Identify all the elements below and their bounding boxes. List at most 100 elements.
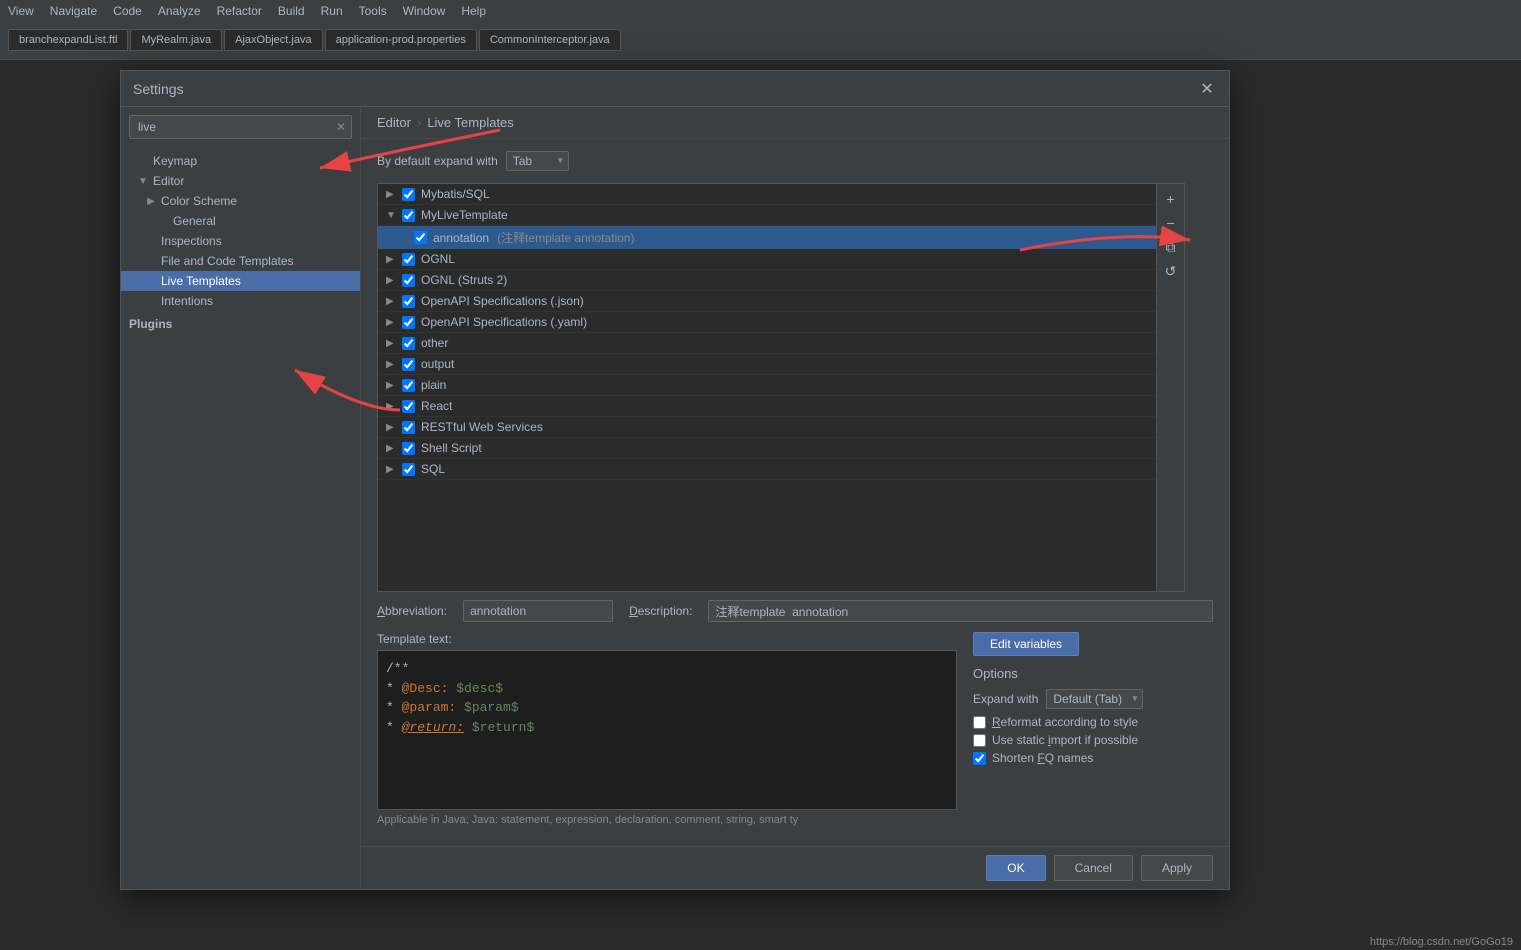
sidebar-item-file-code-templates[interactable]: File and Code Templates	[121, 251, 360, 271]
menu-window[interactable]: Window	[403, 4, 446, 18]
expand-arrow-icon: ▶	[386, 189, 398, 200]
expand-arrow-icon: ▶	[386, 317, 398, 328]
menu-tools[interactable]: Tools	[359, 4, 387, 18]
tab-ajaxobject[interactable]: AjaxObject.java	[224, 29, 322, 51]
search-input[interactable]	[129, 115, 352, 139]
expand-arrow-icon: ▶	[386, 338, 398, 349]
group-ognl[interactable]: ▶ OGNL	[378, 249, 1184, 270]
group-ognl2[interactable]: ▶ OGNL (Struts 2)	[378, 270, 1184, 291]
menu-code[interactable]: Code	[113, 4, 142, 18]
sidebar-item-general[interactable]: General	[121, 211, 360, 231]
reset-button[interactable]: ↺	[1160, 260, 1182, 282]
templates-container: ▶ Mybatis/SQL ▼ MyLiveTemplate	[377, 183, 1213, 592]
checkbox-shell[interactable]	[402, 442, 415, 455]
shorten-fq-row: Shorten FQ names	[973, 751, 1213, 765]
sidebar-item-colorscheme[interactable]: ▶ Color Scheme	[121, 191, 360, 211]
checkbox-other[interactable]	[402, 337, 415, 350]
checkbox-mybatis[interactable]	[402, 188, 415, 201]
checkbox-react[interactable]	[402, 400, 415, 413]
expand-with-option-label: Expand with	[973, 692, 1038, 706]
group-openapi-json[interactable]: ▶ OpenAPI Specifications (.json)	[378, 291, 1184, 312]
menu-run[interactable]: Run	[321, 4, 343, 18]
search-clear-button[interactable]: ✕	[336, 120, 346, 134]
template-item-annotation[interactable]: annotation (注释template annotation)	[378, 226, 1184, 249]
main-list-area: ▶ Mybatis/SQL ▼ MyLiveTemplate	[377, 183, 1185, 592]
group-openapi-yaml[interactable]: ▶ OpenAPI Specifications (.yaml)	[378, 312, 1184, 333]
checkbox-ognl2[interactable]	[402, 274, 415, 287]
arrow-icon: ▶	[145, 196, 157, 207]
group-react[interactable]: ▶ React	[378, 396, 1184, 417]
checkbox-openapi-yaml[interactable]	[402, 316, 415, 329]
code-line: /**	[386, 659, 948, 679]
expand-with-select[interactable]: Tab Enter Space	[506, 151, 569, 171]
description-input[interactable]	[708, 600, 1213, 622]
applicable-text: Applicable in Java; Java: statement, exp…	[377, 814, 957, 826]
close-button[interactable]: ✕	[1197, 79, 1217, 99]
tab-branchexpand[interactable]: branchexpandList.ftl	[8, 29, 128, 51]
tab-myrealm[interactable]: MyRealm.java	[130, 29, 222, 51]
checkbox-ognl[interactable]	[402, 253, 415, 266]
menubar: View Navigate Code Analyze Refactor Buil…	[0, 0, 1521, 22]
menu-help[interactable]: Help	[461, 4, 486, 18]
options-expand-select-wrapper: Default (Tab) Tab Enter Space	[1046, 689, 1143, 709]
group-plain[interactable]: ▶ plain	[378, 375, 1184, 396]
group-restful[interactable]: ▶ RESTful Web Services	[378, 417, 1184, 438]
group-sql[interactable]: ▶ SQL	[378, 459, 1184, 480]
group-shell[interactable]: ▶ Shell Script	[378, 438, 1184, 459]
sidebar-item-keymap[interactable]: Keymap	[121, 151, 360, 171]
sidebar-item-inspections[interactable]: Inspections	[121, 231, 360, 251]
checkbox-openapi-json[interactable]	[402, 295, 415, 308]
checkbox-restful[interactable]	[402, 421, 415, 434]
dialog-body: ✕ Keymap ▼ Editor ▶ Color Scheme Gene	[121, 107, 1229, 889]
menu-navigate[interactable]: Navigate	[50, 4, 97, 18]
menu-view[interactable]: View	[8, 4, 34, 18]
shorten-fq-checkbox[interactable]	[973, 752, 986, 765]
sidebar-item-intentions[interactable]: Intentions	[121, 291, 360, 311]
checkbox-sql[interactable]	[402, 463, 415, 476]
remove-button[interactable]: −	[1160, 212, 1182, 234]
tab-commoninterceptor[interactable]: CommonInterceptor.java	[479, 29, 621, 51]
dialog-title: Settings	[133, 81, 184, 97]
expand-with-row: By default expand with Tab Enter Space	[377, 151, 1213, 171]
sidebar-item-editor[interactable]: ▼ Editor	[121, 171, 360, 191]
arrow-icon: ▼	[137, 176, 149, 187]
menu-refactor[interactable]: Refactor	[217, 4, 262, 18]
checkbox-plain[interactable]	[402, 379, 415, 392]
apply-button[interactable]: Apply	[1141, 855, 1213, 881]
static-import-checkbox[interactable]	[973, 734, 986, 747]
breadcrumb-part1: Editor	[377, 115, 411, 130]
group-output[interactable]: ▶ output	[378, 354, 1184, 375]
template-text-label: Template text:	[377, 632, 957, 646]
settings-sidebar: ✕ Keymap ▼ Editor ▶ Color Scheme Gene	[121, 107, 361, 889]
copy-button[interactable]: ⧉	[1160, 236, 1182, 258]
sidebar-tree: Keymap ▼ Editor ▶ Color Scheme General I…	[121, 147, 360, 889]
breadcrumb: Editor › Live Templates	[361, 107, 1229, 139]
menu-build[interactable]: Build	[278, 4, 305, 18]
list-actions: + − ⧉ ↺	[1156, 184, 1184, 591]
checkbox-output[interactable]	[402, 358, 415, 371]
options-expand-select[interactable]: Default (Tab) Tab Enter Space	[1046, 689, 1143, 709]
group-other[interactable]: ▶ other	[378, 333, 1184, 354]
code-editor[interactable]: /** * @Desc: $desc$ * @param: $param$ * …	[377, 650, 957, 810]
settings-dialog: Settings ✕ ✕ Keymap ▼ Editor ▶ C	[120, 70, 1230, 890]
expand-arrow-icon: ▶	[386, 380, 398, 391]
expand-with-label: By default expand with	[377, 154, 498, 168]
group-mybatis[interactable]: ▶ Mybatis/SQL	[378, 184, 1184, 205]
breadcrumb-part2: Live Templates	[427, 115, 513, 130]
ok-button[interactable]: OK	[986, 855, 1045, 881]
abbreviation-input[interactable]	[463, 600, 613, 622]
static-import-row: Use static import if possible	[973, 733, 1213, 747]
sidebar-item-live-templates[interactable]: Live Templates	[121, 271, 360, 291]
menu-analyze[interactable]: Analyze	[158, 4, 201, 18]
reformat-checkbox[interactable]	[973, 716, 986, 729]
cancel-button[interactable]: Cancel	[1054, 855, 1133, 881]
add-button[interactable]: +	[1160, 188, 1182, 210]
checkbox-annotation[interactable]	[414, 231, 427, 244]
checkbox-mylivetpl[interactable]	[402, 209, 415, 222]
group-mylivetpl[interactable]: ▼ MyLiveTemplate	[378, 205, 1184, 226]
reformat-row: Reformat according to style	[973, 715, 1213, 729]
templates-list: ▶ Mybatis/SQL ▼ MyLiveTemplate	[377, 183, 1185, 592]
edit-variables-button[interactable]: Edit variables	[973, 632, 1079, 656]
content-main: By default expand with Tab Enter Space	[361, 139, 1229, 846]
tab-appprod[interactable]: application-prod.properties	[325, 29, 477, 51]
